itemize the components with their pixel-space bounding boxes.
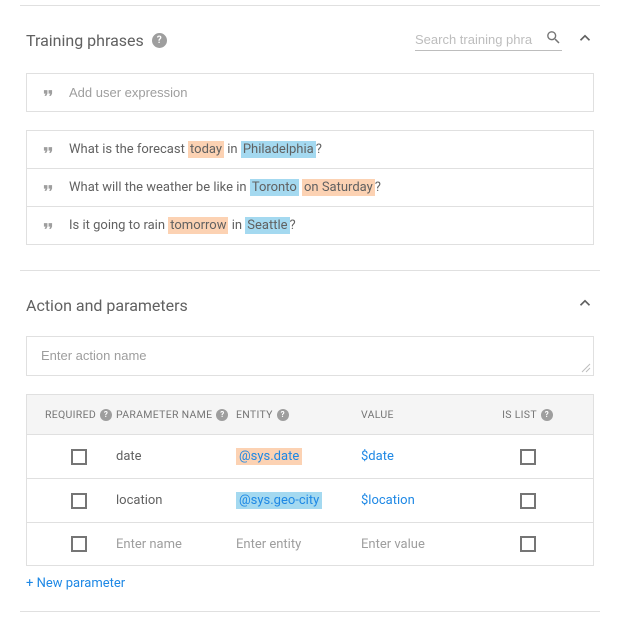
entity-highlight[interactable]: Philadelphia: [241, 141, 316, 158]
entity-highlight[interactable]: Toronto: [250, 179, 299, 196]
required-checkbox[interactable]: [71, 449, 87, 465]
action-title: Action and parameters: [26, 296, 188, 315]
entity-highlight[interactable]: Seattle: [245, 217, 289, 234]
param-row: date @sys.date $date: [27, 435, 593, 479]
phrases-list: What is the forecast today in Philadelph…: [26, 130, 594, 245]
chevron-up-icon[interactable]: [576, 294, 594, 316]
header-entity: ENTITY: [236, 408, 273, 421]
quote-icon: [41, 143, 55, 157]
add-phrase-box: [26, 73, 594, 112]
param-table-header: REQUIRED? PARAMETER NAME? ENTITY? VALUE …: [27, 395, 593, 435]
action-section-header: Action and parameters: [20, 276, 600, 330]
param-entity-placeholder[interactable]: Enter entity: [236, 537, 301, 552]
param-value[interactable]: $location: [361, 493, 415, 508]
param-name-placeholder[interactable]: Enter name: [116, 537, 182, 552]
training-phrase-row[interactable]: What will the weather be like in Toronto…: [27, 169, 593, 207]
param-entity[interactable]: @sys.geo-city: [236, 492, 322, 509]
help-icon[interactable]: ?: [152, 33, 167, 48]
action-input-wrapper: [26, 336, 594, 376]
help-icon[interactable]: ?: [541, 409, 553, 421]
new-parameter-button[interactable]: + New parameter: [26, 576, 594, 591]
param-entity[interactable]: @sys.date: [236, 448, 302, 465]
param-name[interactable]: date: [116, 449, 142, 464]
quote-icon: [41, 86, 55, 100]
entity-highlight[interactable]: on Saturday: [302, 179, 375, 196]
param-row: location @sys.geo-city $location: [27, 479, 593, 523]
header-name: PARAMETER NAME: [116, 408, 212, 421]
quote-icon: [41, 181, 55, 195]
islist-checkbox[interactable]: [520, 449, 536, 465]
help-icon[interactable]: ?: [216, 409, 228, 421]
header-value: VALUE: [361, 408, 394, 421]
search-icon[interactable]: [545, 29, 562, 50]
param-value-placeholder[interactable]: Enter value: [361, 537, 425, 552]
search-wrapper: [415, 29, 562, 51]
parameters-table: REQUIRED? PARAMETER NAME? ENTITY? VALUE …: [26, 394, 594, 566]
header-islist: IS LIST: [502, 408, 537, 421]
chevron-up-icon[interactable]: [576, 29, 594, 51]
resize-handle-icon[interactable]: [581, 363, 591, 373]
phrase-text[interactable]: What will the weather be like in Toronto…: [69, 180, 381, 195]
training-phrase-row[interactable]: Is it going to rain tomorrow in Seattle?: [27, 207, 593, 244]
add-phrase-input[interactable]: [69, 85, 579, 100]
param-row-empty: Enter name Enter entity Enter value: [27, 523, 593, 565]
phrase-text[interactable]: Is it going to rain tomorrow in Seattle?: [69, 218, 296, 233]
help-icon[interactable]: ?: [277, 409, 289, 421]
action-name-input[interactable]: [41, 348, 579, 363]
training-title: Training phrases: [26, 31, 144, 50]
param-name[interactable]: location: [116, 493, 162, 508]
required-checkbox[interactable]: [71, 536, 87, 552]
phrase-text[interactable]: What is the forecast today in Philadelph…: [69, 142, 322, 157]
bottom-divider: [20, 611, 600, 612]
entity-highlight[interactable]: today: [188, 141, 224, 158]
help-icon[interactable]: ?: [100, 409, 112, 421]
header-required: REQUIRED: [45, 408, 96, 421]
add-phrase-row: [27, 74, 593, 111]
top-divider: [20, 5, 600, 6]
quote-icon: [41, 219, 55, 233]
islist-checkbox[interactable]: [520, 493, 536, 509]
search-input[interactable]: [415, 29, 545, 50]
required-checkbox[interactable]: [71, 493, 87, 509]
training-section-header: Training phrases ?: [20, 11, 600, 65]
param-value[interactable]: $date: [361, 449, 394, 464]
entity-highlight[interactable]: tomorrow: [168, 217, 228, 234]
training-phrase-row[interactable]: What is the forecast today in Philadelph…: [27, 131, 593, 169]
mid-divider: [20, 270, 600, 271]
islist-checkbox[interactable]: [520, 536, 536, 552]
